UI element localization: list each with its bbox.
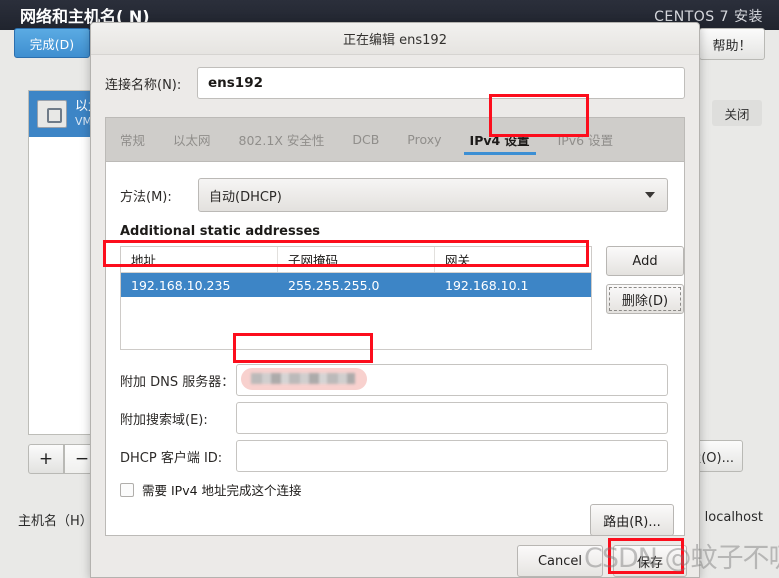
tab-proxy[interactable]: Proxy bbox=[393, 118, 455, 161]
dialog-titlebar: 正在编辑 ens192 bbox=[91, 23, 699, 55]
dns-servers-row: 附加 DNS 服务器： bbox=[120, 364, 668, 396]
column-header-netmask: 子网掩码 bbox=[278, 247, 435, 272]
dhcp-client-id-input[interactable] bbox=[236, 440, 668, 472]
tab-bar: 常规 以太网 802.1X 安全性 DCB Proxy IPv4 设置 IPv6… bbox=[105, 117, 685, 161]
close-button[interactable]: 关闭 bbox=[712, 100, 762, 126]
table-header-row: 地址 子网掩码 网关 bbox=[121, 247, 591, 273]
ethernet-icon bbox=[37, 100, 67, 128]
edit-connection-dialog: 正在编辑 ens192 连接名称(N): ens192 常规 以太网 802.1… bbox=[90, 22, 700, 578]
table-row[interactable]: 192.168.10.235 255.255.255.0 192.168.10.… bbox=[121, 273, 591, 297]
require-ipv4-row[interactable]: 需要 IPv4 地址完成这个连接 bbox=[120, 480, 302, 499]
require-ipv4-label: 需要 IPv4 地址完成这个连接 bbox=[142, 483, 302, 498]
dialog-footer: Cancel 保存 bbox=[91, 537, 699, 577]
ipv4-settings-panel: 方法(M): 自动(DHCP) Additional static addres… bbox=[105, 161, 685, 536]
chevron-down-icon bbox=[645, 192, 655, 198]
cell-gateway: 192.168.10.1 bbox=[445, 277, 529, 293]
help-button[interactable]: 帮助！ bbox=[699, 28, 765, 60]
cell-netmask: 255.255.255.0 bbox=[288, 277, 380, 293]
add-device-button[interactable]: + bbox=[28, 444, 64, 474]
done-button[interactable]: 完成(D) bbox=[14, 28, 90, 58]
centos-installer-screen: 网络和主机名( N) CENTOS 7 安装 完成(D) 帮助！ 以太 VMwa… bbox=[0, 0, 779, 578]
delete-address-button[interactable]: 删除(D) bbox=[606, 284, 684, 314]
tab-dcb[interactable]: DCB bbox=[338, 118, 393, 161]
hostname-label: 主机名（H） bbox=[18, 514, 93, 529]
tab-ethernet[interactable]: 以太网 bbox=[159, 118, 225, 161]
method-row: 方法(M): 自动(DHCP) bbox=[120, 178, 668, 212]
cell-address: 192.168.10.235 bbox=[131, 277, 231, 293]
dialog-title: 正在编辑 ens192 bbox=[343, 33, 447, 48]
tab-8021x-security[interactable]: 802.1X 安全性 bbox=[225, 118, 339, 161]
dhcp-client-id-label: DHCP 客户端 ID: bbox=[120, 450, 223, 466]
save-button[interactable]: 保存 bbox=[613, 545, 687, 577]
column-header-gateway: 网关 bbox=[445, 253, 471, 268]
method-select[interactable]: 自动(DHCP) bbox=[198, 178, 668, 212]
redacted-value bbox=[241, 368, 367, 390]
tab-general[interactable]: 常规 bbox=[106, 118, 159, 161]
tab-ipv6-settings[interactable]: IPv6 设置 bbox=[544, 118, 628, 161]
method-label: 方法(M): bbox=[120, 189, 172, 205]
connection-name-row: 连接名称(N): ens192 bbox=[105, 67, 685, 99]
hostname-value: localhost bbox=[704, 510, 763, 525]
add-address-button[interactable]: Add bbox=[606, 246, 684, 276]
static-addresses-table[interactable]: 地址 子网掩码 网关 192.168.10.235 255.255.255.0 … bbox=[120, 246, 592, 350]
cancel-button[interactable]: Cancel bbox=[517, 545, 603, 577]
search-domains-label: 附加搜索域(E): bbox=[120, 412, 208, 428]
static-addresses-heading: Additional static addresses bbox=[120, 224, 321, 239]
require-ipv4-checkbox[interactable] bbox=[120, 482, 134, 497]
method-value: 自动(DHCP) bbox=[209, 189, 282, 205]
search-domains-row: 附加搜索域(E): bbox=[120, 402, 668, 434]
column-header-address: 地址 bbox=[121, 247, 278, 272]
dns-servers-label: 附加 DNS 服务器： bbox=[120, 374, 235, 390]
routes-button[interactable]: 路由(R)... bbox=[590, 504, 674, 536]
search-domains-input[interactable] bbox=[236, 402, 668, 434]
connection-name-label: 连接名称(N): bbox=[105, 77, 182, 93]
dns-servers-input[interactable] bbox=[236, 364, 668, 396]
connection-name-input[interactable]: ens192 bbox=[197, 67, 685, 99]
dhcp-client-id-row: DHCP 客户端 ID: bbox=[120, 440, 668, 472]
tab-ipv4-settings[interactable]: IPv4 设置 bbox=[455, 118, 544, 161]
